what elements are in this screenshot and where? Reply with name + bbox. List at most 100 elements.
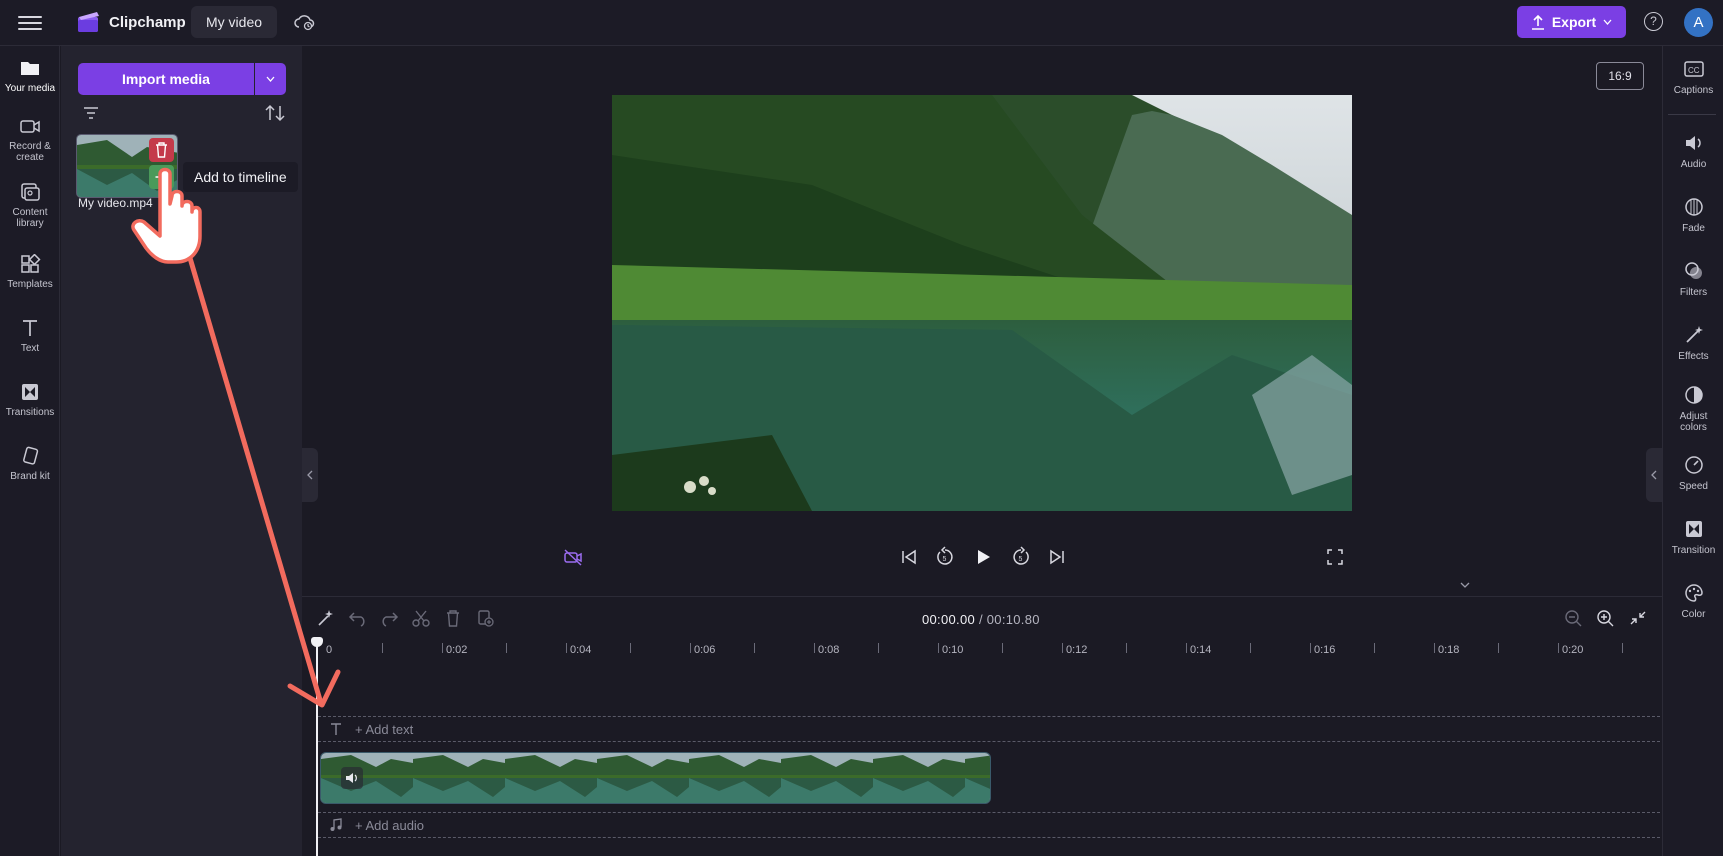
svg-text:CC: CC [1688,66,1700,75]
ruler-tick [1558,643,1559,653]
fullscreen-icon[interactable] [1324,546,1346,568]
rail-label: Your media [4,83,56,94]
delete-icon[interactable] [443,609,463,627]
ruler-label: 0:02 [446,644,468,656]
duplicate-icon[interactable] [475,609,495,627]
captions-icon: CC [1683,61,1704,77]
skip-to-start-icon[interactable] [898,546,920,568]
right-rail: CC Captions Audio Fade Filters Effects A… [1662,46,1723,856]
speedometer-icon [1684,456,1703,474]
top-bar: Clipchamp My video Export ? A [0,0,1723,46]
clip-mute-button[interactable] [341,767,363,789]
chevron-down-icon [266,76,275,82]
hamburger-menu-icon[interactable] [18,12,42,34]
filters-icon [1684,262,1702,279]
video-clip[interactable] [320,752,991,804]
ruler-label: 0:04 [570,644,592,656]
chevron-left-icon [1651,470,1657,480]
rail-label: Fade [1682,223,1705,234]
ruler-tick [566,643,567,653]
zoom-in-icon[interactable] [1596,609,1616,627]
scissors-icon[interactable] [411,609,431,627]
rail-item-content-library[interactable]: Content library [0,182,60,229]
camera-icon [20,120,40,133]
collapse-right-panel-button[interactable] [1646,448,1662,502]
ruler-tick [630,643,631,653]
filter-icon[interactable] [83,106,99,120]
adjust-colors-icon [1684,386,1703,404]
zoom-out-icon[interactable] [1564,609,1584,627]
rail-label: Text [20,343,40,354]
rail-item-audio[interactable]: Audio [1663,132,1723,170]
add-to-timeline-button[interactable] [149,165,174,189]
rail-item-speed[interactable]: Speed [1663,454,1723,492]
rail-item-color[interactable]: Color [1663,582,1723,620]
upload-icon [1531,14,1544,30]
rail-label: Templates [7,279,53,290]
templates-icon [21,254,41,273]
magic-camera-off-icon[interactable] [562,546,584,568]
rail-item-captions[interactable]: CC Captions [1663,58,1723,96]
ruler-tick [442,643,443,653]
rail-item-templates[interactable]: Templates [0,254,60,290]
rail-item-record-create[interactable]: Record & create [0,116,60,163]
ruler-label: 0 [326,644,333,656]
video-preview[interactable] [612,95,1352,511]
chevron-down-icon[interactable] [1458,580,1472,590]
text-track[interactable]: + Add text [318,716,1660,742]
add-to-timeline-tooltip: Add to timeline [183,162,298,192]
timeline: 00:00.00 / 00:10.80 0 0:02 0:04 0:06 0:0… [302,596,1662,856]
project-title[interactable]: My video [191,6,278,38]
fit-timeline-icon[interactable] [1628,609,1648,627]
svg-text:5: 5 [1019,556,1023,563]
rail-item-effects[interactable]: Effects [1663,324,1723,362]
rail-label: Captions [1673,85,1714,96]
rail-label: Content library [12,207,48,229]
undo-icon[interactable] [348,609,368,627]
magic-edit-icon[interactable] [316,609,336,627]
rail-item-filters[interactable]: Filters [1663,260,1723,298]
timeline-ruler[interactable]: 0 0:02 0:04 0:06 0:08 0:10 0:12 0:14 0:1 [318,635,1662,661]
rail-label: Effects [1678,351,1709,362]
preview-area: 16:9 5 5 [318,46,1662,596]
export-label: Export [1551,14,1597,30]
rail-item-your-media[interactable]: Your media [0,58,60,94]
help-icon[interactable]: ? [1644,12,1663,31]
text-icon [23,320,37,336]
clipchamp-logo-icon [78,12,99,32]
delete-media-button[interactable] [149,138,174,162]
skip-to-end-icon[interactable] [1046,546,1068,568]
collapse-left-panel-button[interactable] [302,448,318,502]
rail-item-transition[interactable]: Transition [1663,518,1723,556]
ruler-tick [1186,643,1187,653]
rail-item-brand-kit[interactable]: Brand kit [0,446,60,482]
rail-item-adjust-colors[interactable]: Adjust colors [1663,384,1723,433]
rail-item-transitions[interactable]: Transitions [0,382,60,418]
import-media-button[interactable]: Import media [78,63,254,95]
cloud-sync-icon[interactable] [293,12,315,32]
chevron-down-icon [1603,19,1612,25]
import-dropdown-button[interactable] [255,63,286,95]
rail-label: Audio [1680,159,1707,170]
current-time: 00:00.00 [922,612,976,627]
rail-label: Speed [1679,481,1708,492]
redo-icon[interactable] [379,609,399,627]
avatar[interactable]: A [1684,8,1713,37]
ruler-tick [1434,643,1435,653]
playhead[interactable] [316,641,318,856]
ruler-label: 0:18 [1438,644,1460,656]
forward-5s-icon[interactable]: 5 [1010,546,1032,568]
aspect-ratio-button[interactable]: 16:9 [1596,62,1644,90]
rail-item-text[interactable]: Text [0,318,60,354]
add-text-label: + Add text [355,722,414,737]
sort-icon[interactable] [265,104,285,122]
play-icon[interactable] [972,546,994,568]
chevron-left-icon [307,470,313,480]
rail-item-fade[interactable]: Fade [1663,196,1723,234]
ruler-tick [1310,643,1311,653]
audio-track[interactable]: + Add audio [318,812,1660,838]
export-button[interactable]: Export [1517,6,1626,38]
rewind-5s-icon[interactable]: 5 [934,546,956,568]
ruler-tick [1126,643,1127,653]
ruler-label: 0:10 [942,644,964,656]
